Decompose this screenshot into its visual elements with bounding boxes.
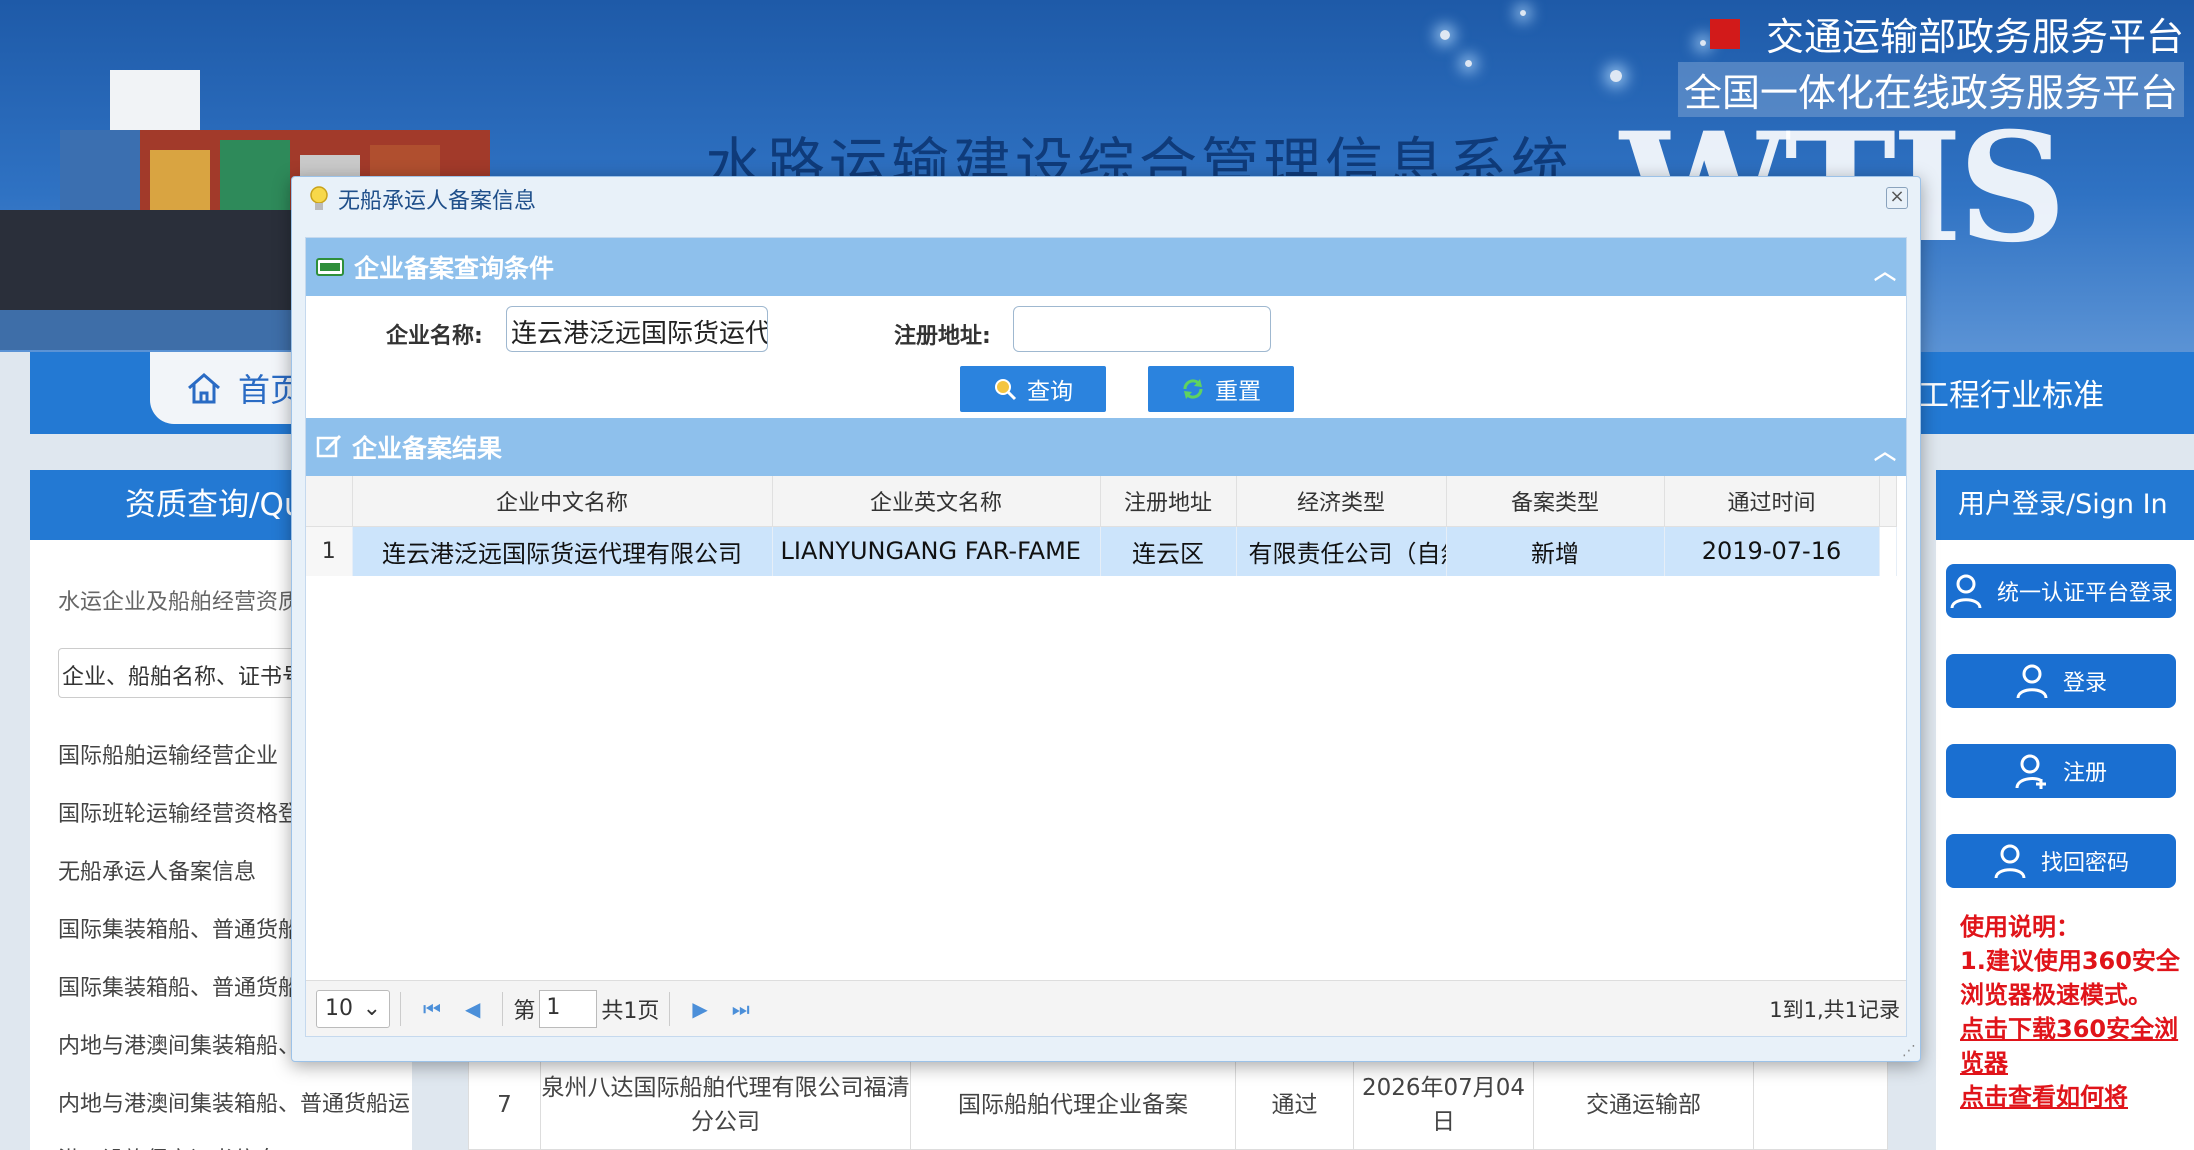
page-size-select[interactable]: 10 ⌄ [316, 989, 390, 1028]
page-number-input[interactable]: 1 [539, 989, 598, 1028]
result-section-header: 企业备案结果 ︿ [306, 418, 1906, 476]
cell-record-type: 新增 [1446, 526, 1665, 576]
left-item[interactable]: 内地与港澳间集装箱船、普通货船运 [58, 1086, 410, 1118]
left-item[interactable]: 无船承运人备案信息 [58, 854, 256, 886]
table-row[interactable]: 1 连云港泛远国际货运代理有限公司 LIANYUNGANG FAR-FAME 连… [306, 526, 1897, 576]
notes-title: 使用说明： [1960, 913, 2080, 941]
howto-link[interactable]: 点击查看如何将 [1960, 1080, 2180, 1114]
pager-separator [400, 991, 401, 1026]
row-company-name: 泉州八达国际船舶代理有限公司福清分公司 [541, 1061, 911, 1149]
collapse-icon[interactable]: ︿ [1874, 254, 1896, 286]
usage-notes: 使用说明： 1.建议使用360安全浏览器极速模式。 点击下载360安全浏览器 点… [1960, 910, 2180, 1114]
address-input[interactable] [1013, 306, 1271, 352]
last-page-icon[interactable]: ⏭ [732, 997, 750, 1021]
header-pass-date[interactable]: 通过时间 [1664, 476, 1880, 527]
dialog-titlebar[interactable]: 无船承运人备案信息 [292, 177, 1920, 221]
prev-page-icon[interactable]: ◀ [465, 997, 480, 1021]
header-address[interactable]: 注册地址 [1100, 476, 1237, 527]
first-page-icon[interactable]: ⏮ [423, 997, 441, 1021]
cell-index: 1 [306, 526, 353, 576]
left-item[interactable]: 国际船舶运输经营企业 [58, 738, 278, 770]
address-label: 注册地址: [894, 324, 991, 349]
header-en-name[interactable]: 企业英文名称 [772, 476, 1101, 527]
close-icon[interactable]: × [1886, 187, 1908, 209]
reset-button[interactable]: 重置 [1148, 366, 1294, 412]
header-index [306, 476, 353, 527]
cell-econ-type: 有限责任公司（自然 [1236, 526, 1447, 576]
cell-en-name: LIANYUNGANG FAR-FAME [772, 526, 1101, 576]
page-prefix: 第 [513, 998, 536, 1024]
cell-cn-name: 连云港泛远国际货运代理有限公司 [352, 526, 773, 576]
edit-icon [316, 434, 342, 458]
company-name-label: 企业名称: [386, 324, 483, 349]
refresh-icon [1183, 379, 1203, 399]
page-size-value: 10 [325, 996, 353, 1021]
row-type: 国际船舶代理企业备案 [911, 1061, 1236, 1149]
background-table-row: 7 泉州八达国际船舶代理有限公司福清分公司 国际船舶代理企业备案 通过 2026… [468, 1060, 1888, 1150]
cell-pass-date: 2019-07-16 [1664, 526, 1880, 576]
button-label: 找回密码 [2040, 851, 2129, 876]
login-button[interactable]: 登录 [1946, 654, 2176, 708]
button-label: 登录 [2062, 671, 2107, 696]
recover-password-button[interactable]: 找回密码 [1946, 834, 2176, 888]
nvocc-record-dialog: 无船承运人备案信息 × 企业备案查询条件 ︿ 企业名称: 连云港泛远国际货运代 … [291, 176, 1921, 1062]
user-icon [1994, 844, 2026, 879]
download-browser-link[interactable]: 点击下载360安全浏览器 [1960, 1012, 2180, 1080]
header-econ-type[interactable]: 经济类型 [1236, 476, 1447, 527]
unified-auth-login-button[interactable]: 统一认证平台登录 [1946, 564, 2176, 618]
row-date: 2026年07月04日 [1354, 1061, 1534, 1149]
register-button[interactable]: 注册 [1946, 744, 2176, 798]
red-square-icon [1709, 18, 1740, 49]
header-scroll-gap [1879, 476, 1897, 527]
next-page-icon[interactable]: ▶ [692, 997, 707, 1021]
query-form: 企业名称: 连云港泛远国际货运代 注册地址: [306, 296, 1906, 366]
query-section-title: 企业备案查询条件 [354, 254, 555, 283]
resize-handle-icon[interactable]: ⋰ [1902, 1043, 1916, 1059]
pager-separator [502, 991, 504, 1026]
pager-summary: 1到1,共1记录 [1769, 997, 1900, 1022]
pagination-bar: 10 ⌄ ⏮ ◀ 第 1 共1页 ▶ ⏭ 1到1,共1记录 [306, 980, 1906, 1036]
user-icon [2016, 664, 2048, 699]
row-status: 通过 [1236, 1061, 1354, 1149]
search-button-label: 查询 [1027, 379, 1073, 405]
query-section-header: 企业备案查询条件 ︿ [306, 238, 1906, 296]
cell-scroll-gap [1879, 526, 1897, 576]
company-name-input[interactable]: 连云港泛远国际货运代 [506, 306, 768, 352]
nav-item-standards[interactable]: 工程行业标准 [1918, 370, 2104, 415]
chevron-down-icon: ⌄ [362, 996, 381, 1021]
result-section-title: 企业备案结果 [352, 434, 503, 463]
add-user-icon [2015, 754, 2046, 789]
search-icon [995, 379, 1017, 401]
button-label: 统一认证平台登录 [1996, 581, 2173, 606]
notes-item: 1.建议使用360安全浏览器极速模式。 [1960, 947, 2180, 1009]
left-item[interactable]: 国际班轮运输经营资格登记 [58, 796, 322, 828]
form-icon [316, 258, 344, 276]
right-panel-title: 用户登录/Sign In [1936, 470, 2194, 540]
cell-address: 连云区 [1100, 526, 1237, 576]
user-icon [1950, 574, 1982, 609]
header-record-type[interactable]: 备案类型 [1446, 476, 1665, 527]
user-login-panel: 用户登录/Sign In 统一认证平台登录 登录 注册 找回密码 使用说明： 1… [1936, 470, 2194, 1150]
search-button[interactable]: 查询 [960, 366, 1106, 412]
row-empty [1754, 1061, 1887, 1149]
gov-platform-label[interactable]: 交通运输部政务服务平台 [1766, 6, 2184, 61]
result-table: 企业中文名称 企业英文名称 注册地址 经济类型 备案类型 通过时间 1 连云港泛… [306, 476, 1897, 576]
collapse-icon[interactable]: ︿ [1874, 434, 1896, 466]
table-header-row: 企业中文名称 企业英文名称 注册地址 经济类型 备案类型 通过时间 [306, 476, 1897, 527]
button-label: 注册 [2062, 761, 2107, 786]
pager-separator [669, 991, 671, 1026]
query-actions: 查询 重置 [306, 366, 1906, 418]
left-item[interactable]: 港口设施保安证书信息 [58, 1142, 278, 1150]
row-authority: 交通运输部 [1534, 1061, 1754, 1149]
page-total: 共1页 [601, 998, 660, 1024]
gov-platform-title: 交通运输部政务服务平台 [1709, 6, 2184, 61]
dialog-body: 企业备案查询条件 ︿ 企业名称: 连云港泛远国际货运代 注册地址: 查询 重置 … [305, 237, 1907, 1037]
home-icon [188, 373, 220, 404]
national-platform-label[interactable]: 全国一体化在线政务服务平台 [1677, 62, 2184, 117]
reset-button-label: 重置 [1215, 379, 1261, 405]
header-cn-name[interactable]: 企业中文名称 [352, 476, 773, 527]
dialog-title: 无船承运人备案信息 [338, 189, 537, 214]
row-index: 7 [469, 1061, 541, 1149]
lightbulb-icon [310, 186, 328, 210]
